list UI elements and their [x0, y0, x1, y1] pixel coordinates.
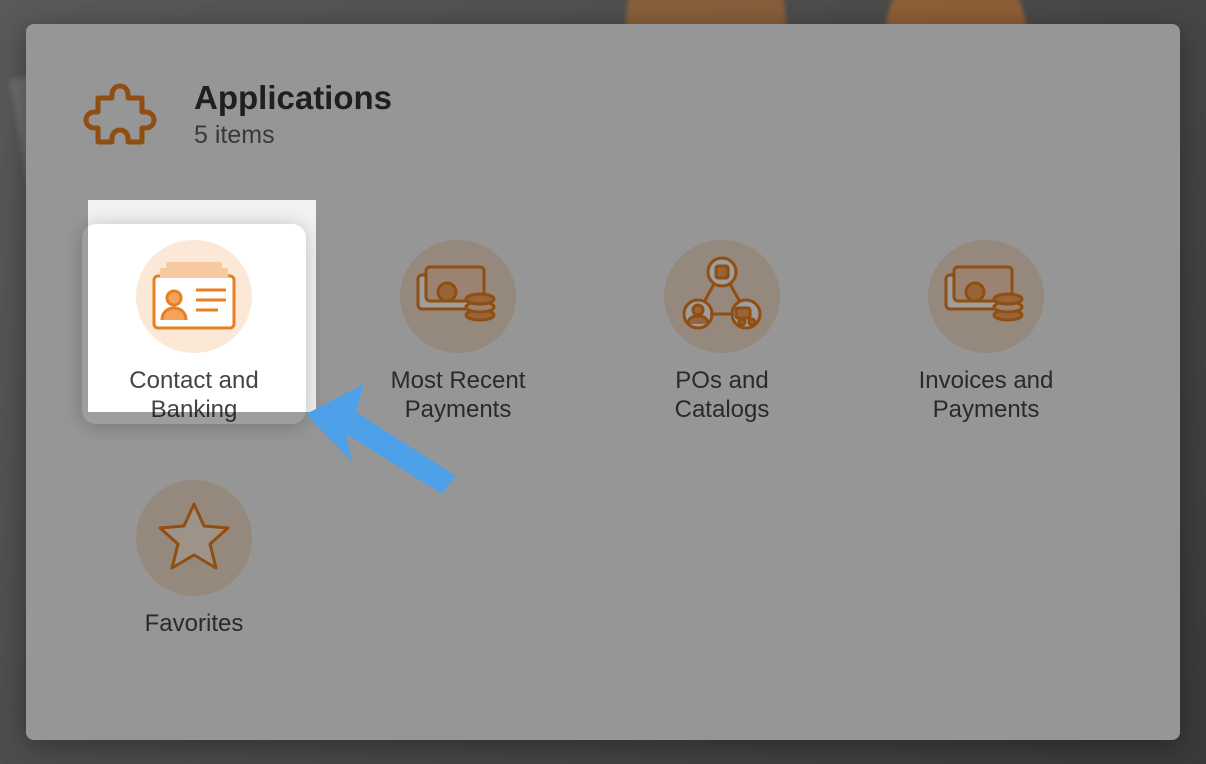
tile-label: POs and Catalogs: [675, 367, 770, 424]
tile-most-recent-payments[interactable]: Most Recent Payments: [346, 224, 570, 424]
money-icon: [928, 240, 1044, 353]
star-icon: [136, 480, 252, 596]
tile-pos-catalogs[interactable]: POs and Catalogs: [610, 224, 834, 424]
section-title: Applications: [194, 79, 392, 117]
id-card-icon: [136, 240, 252, 353]
money-icon: [400, 240, 516, 353]
section-subtitle: 5 items: [194, 121, 392, 150]
section-header: Applications 5 items: [82, 76, 392, 152]
puzzle-piece-icon: [82, 76, 158, 152]
network-icon: [664, 240, 780, 353]
tile-label: Invoices and Payments: [919, 367, 1054, 424]
tile-label: Most Recent Payments: [391, 367, 526, 424]
tile-contact-banking[interactable]: Contact and Banking: [82, 224, 306, 424]
tile-favorites[interactable]: Favorites: [82, 464, 306, 664]
tile-label: Favorites: [145, 610, 244, 638]
tile-label: Contact and Banking: [129, 367, 258, 424]
applications-card: Applications 5 items: [26, 24, 1180, 740]
applications-grid: Contact and Banking Most Recent Payments: [82, 224, 1142, 664]
tile-invoices-payments[interactable]: Invoices and Payments: [874, 224, 1098, 424]
